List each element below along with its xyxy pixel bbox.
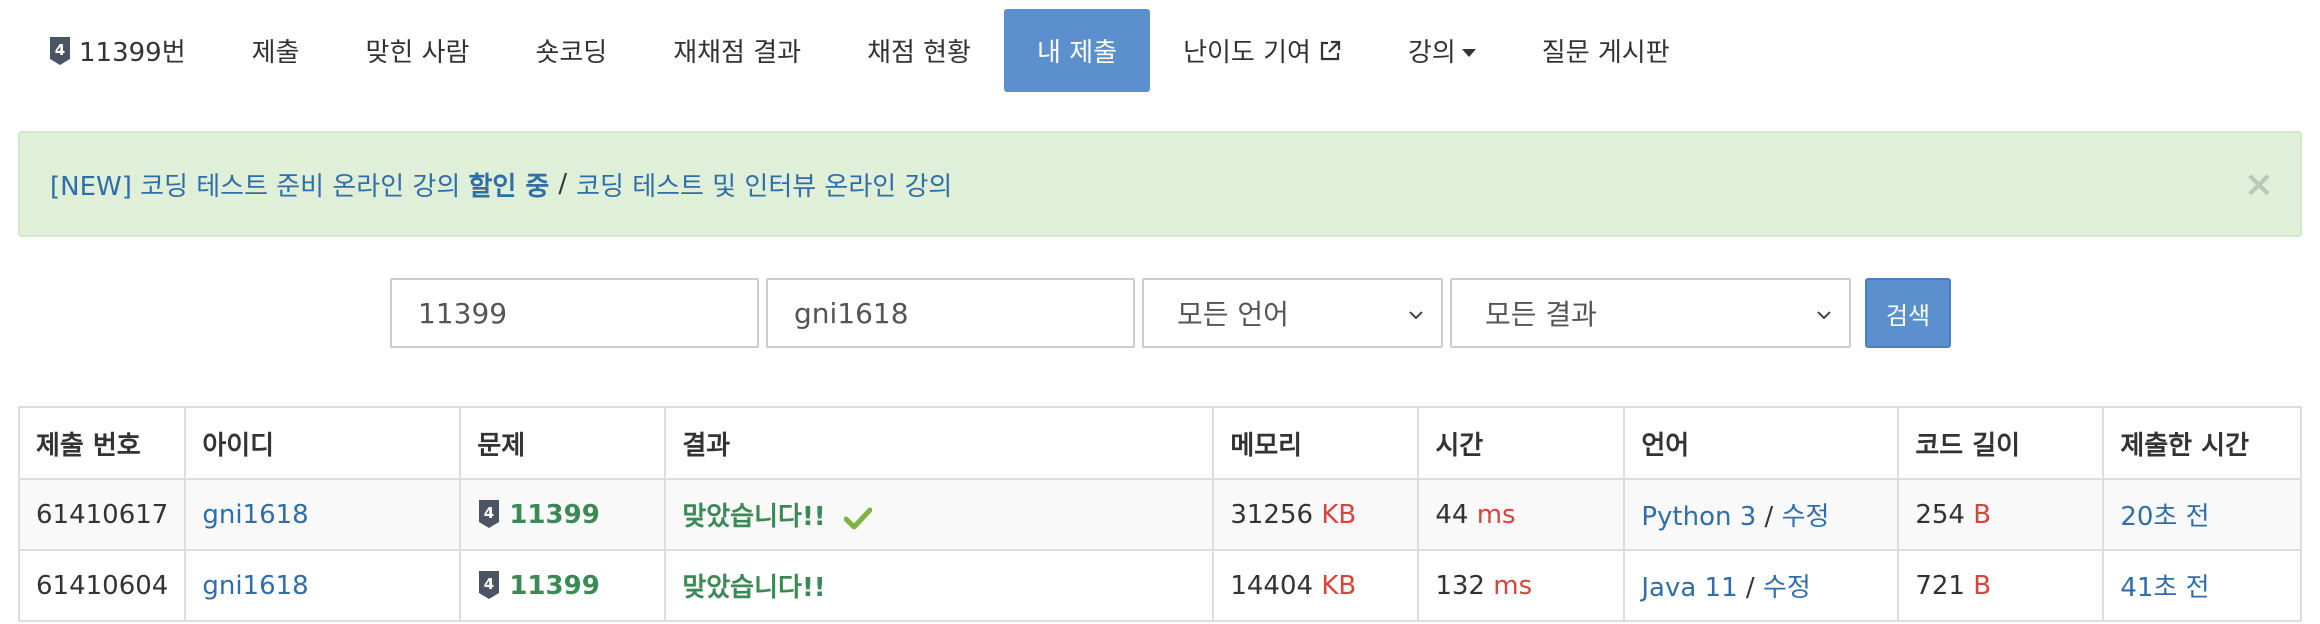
problem-nav: 4 11399번 제출 맞힌 사람 숏코딩 재채점 결과 채점 현황 내 제출 …: [18, 9, 1703, 92]
result-select-value: 모든 결과: [1485, 298, 1597, 331]
time-cell: 44 ms: [1417, 478, 1626, 551]
search-button[interactable]: 검색: [1865, 278, 1951, 348]
language-separator: /: [1745, 573, 1755, 603]
code-length-unit: B: [1973, 499, 1992, 530]
chevron-down-icon: [1817, 311, 1831, 320]
nav-problem-number-label: 11399번: [79, 38, 186, 68]
close-icon[interactable]: ×: [2244, 167, 2274, 203]
col-time: 시간: [1417, 406, 1626, 480]
submissions-table: 제출 번호 아이디 문제 결과 메모리 시간 언어 코드 길이 제출한 시간 6…: [17, 406, 2302, 622]
col-result: 결과: [664, 406, 1215, 480]
result-text: 맞았습니다!!: [682, 573, 826, 603]
chevron-down-icon: [1409, 311, 1423, 320]
memory-cell: 14404 KB: [1212, 549, 1420, 622]
edit-link[interactable]: 수정: [1782, 502, 1830, 532]
nav-lectures-dropdown[interactable]: 강의: [1375, 9, 1509, 92]
result-text: 맞았습니다!!: [682, 502, 826, 532]
nav-solvers[interactable]: 맞힌 사람: [332, 9, 502, 92]
tier-badge-icon: 4: [50, 36, 70, 65]
problem-link[interactable]: 4 11399: [477, 500, 600, 530]
problem-number: 11399: [509, 571, 600, 601]
submitted-time-link[interactable]: 20초 전: [2120, 502, 2209, 532]
promo-text: [NEW] 코딩 테스트 준비 온라인 강의: [50, 171, 461, 202]
language-separator: /: [1764, 502, 1774, 532]
col-problem: 문제: [459, 406, 667, 480]
external-link-icon: [1320, 40, 1341, 60]
submitted-time-link[interactable]: 41초 전: [2120, 573, 2209, 603]
promo-link-interview[interactable]: 코딩 테스트 및 인터뷰 온라인 강의: [576, 166, 952, 203]
col-submitted-time: 제출한 시간: [2102, 406, 2302, 480]
time-value: 132: [1435, 570, 1485, 601]
result-select[interactable]: 모든 결과: [1450, 278, 1851, 348]
nav-submit[interactable]: 제출: [219, 9, 333, 92]
promo-discount-text: 할인 중: [468, 171, 550, 202]
memory-unit: KB: [1321, 570, 1357, 601]
promo-alert: [NEW] 코딩 테스트 준비 온라인 강의 할인 중 / 코딩 테스트 및 인…: [18, 131, 2302, 237]
promo-separator: /: [558, 169, 568, 199]
col-code-length: 코드 길이: [1897, 406, 2105, 480]
language-select[interactable]: 모든 언어: [1142, 278, 1443, 348]
checkmark-icon: [843, 507, 872, 529]
memory-cell: 31256 KB: [1212, 478, 1420, 551]
memory-value: 31256: [1230, 499, 1314, 530]
language-link[interactable]: Python 3: [1641, 502, 1756, 532]
col-user-id: 아이디: [184, 406, 462, 480]
code-length-value: 254: [1915, 499, 1965, 530]
language-cell: Java 11 / 수정: [1623, 549, 1900, 622]
col-submission-id: 제출 번호: [17, 406, 187, 480]
user-id-input[interactable]: gni1618: [766, 278, 1135, 348]
promo-link-prep[interactable]: [NEW] 코딩 테스트 준비 온라인 강의 할인 중: [50, 166, 549, 203]
time-unit: ms: [1476, 499, 1516, 530]
table-header-row: 제출 번호 아이디 문제 결과 메모리 시간 언어 코드 길이 제출한 시간: [17, 406, 2302, 480]
submission-id: 61410604: [17, 549, 187, 622]
nav-short-coding[interactable]: 숏코딩: [502, 9, 640, 92]
problem-number: 11399: [509, 500, 600, 530]
language-link[interactable]: Java 11: [1641, 573, 1737, 603]
time-value: 44: [1435, 499, 1469, 530]
table-row: 61410604 gni1618 4 11399 맞았습니다!! 14404 K…: [17, 549, 2302, 622]
user-link[interactable]: gni1618: [202, 500, 308, 530]
language-cell: Python 3 / 수정: [1623, 478, 1900, 551]
tier-badge-icon: 4: [479, 571, 500, 599]
nav-problem-number[interactable]: 4 11399번: [18, 9, 219, 92]
language-select-value: 모든 언어: [1177, 298, 1289, 331]
nav-difficulty-label: 난이도 기여: [1183, 38, 1311, 68]
memory-value: 14404: [1230, 570, 1314, 601]
nav-my-submissions[interactable]: 내 제출: [1004, 9, 1151, 92]
problem-link[interactable]: 4 11399: [477, 571, 600, 601]
user-link[interactable]: gni1618: [202, 571, 308, 601]
nav-question-board[interactable]: 질문 게시판: [1509, 9, 1703, 92]
svg-text:4: 4: [55, 41, 65, 59]
edit-link[interactable]: 수정: [1763, 573, 1811, 603]
code-length-cell: 721 B: [1897, 549, 2105, 622]
svg-text:4: 4: [484, 504, 494, 522]
code-length-cell: 254 B: [1897, 478, 2105, 551]
nav-rejudge-results[interactable]: 재채점 결과: [640, 9, 834, 92]
submission-id: 61410617: [17, 478, 187, 551]
caret-down-icon: [1461, 48, 1476, 57]
nav-difficulty-contribution[interactable]: 난이도 기여: [1150, 9, 1375, 92]
memory-unit: KB: [1321, 499, 1357, 530]
table-row: 61410617 gni1618 4 11399 맞았습니다!! 31256 K…: [17, 478, 2302, 551]
time-cell: 132 ms: [1417, 549, 1626, 622]
col-language: 언어: [1623, 406, 1900, 480]
nav-lectures-label: 강의: [1407, 38, 1456, 68]
submission-search-form: 11399 gni1618 모든 언어 모든 결과 검색: [390, 278, 1951, 348]
col-memory: 메모리: [1212, 406, 1420, 480]
nav-status[interactable]: 채점 현황: [834, 9, 1004, 92]
time-unit: ms: [1493, 570, 1533, 601]
svg-text:4: 4: [484, 575, 494, 593]
tier-badge-icon: 4: [479, 500, 500, 528]
code-length-unit: B: [1973, 570, 1992, 601]
problem-id-input[interactable]: 11399: [390, 278, 759, 348]
code-length-value: 721: [1915, 570, 1965, 601]
